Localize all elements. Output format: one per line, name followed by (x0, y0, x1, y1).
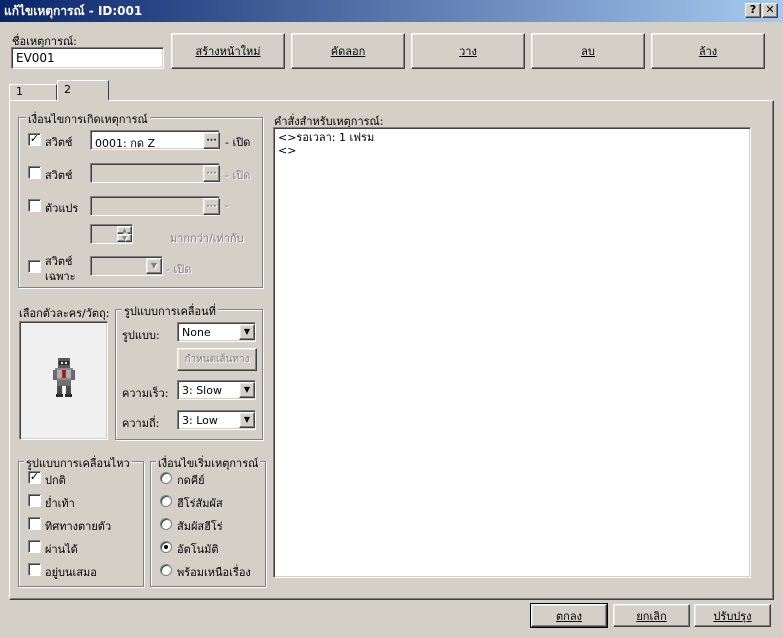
speed-label: ความเร็ว: (122, 387, 169, 400)
switch1-label: สวิตช์ (45, 136, 73, 149)
move-route-label: กำหนดเส้นทาง (184, 354, 250, 365)
tab-page-1[interactable]: 1 (9, 84, 57, 100)
trigger-autorun-label: อัตโนมัติ (177, 543, 219, 556)
tab-page-2[interactable]: 2 (57, 80, 109, 101)
help-button[interactable]: ? (745, 3, 761, 18)
option-walk-anim-label: ปกติ (45, 474, 66, 487)
spinner-up-icon[interactable]: ▲ (117, 226, 132, 234)
variable-field[interactable] (90, 196, 220, 216)
trigger-parallel-label: พร้อมเหนือเรื่อง (177, 566, 251, 579)
movement-legend: รูปแบบการเคลื่อนที่ (122, 302, 218, 320)
new-page-button[interactable]: สร้างหน้าใหม่ (171, 33, 285, 69)
frequency-dropdown-icon[interactable]: ▼ (239, 412, 255, 428)
apply-button[interactable]: ปรับปรุง (694, 604, 771, 627)
clear-page-label: ล้าง (698, 45, 718, 58)
frequency-value: 3: Low (182, 414, 218, 427)
paste-page-button[interactable]: วาง (411, 33, 525, 69)
trigger-autorun-radio[interactable] (160, 541, 172, 553)
clear-page-button[interactable]: ล้าง (651, 33, 765, 69)
option-through-label: ผ่านได้ (45, 543, 78, 556)
variable-suffix: - (225, 199, 229, 212)
graphic-label: เลือกตัวละคร/วัตถุ: (19, 307, 110, 320)
option-through-checkbox[interactable] (28, 540, 41, 553)
movement-type-dropdown-icon[interactable]: ▼ (239, 324, 255, 340)
cancel-label: ยกเลิก (636, 609, 667, 623)
spinner-down-icon[interactable]: ▼ (117, 234, 132, 242)
cancel-button[interactable]: ยกเลิก (613, 604, 690, 627)
switch1-field[interactable]: 0001: กด Z (90, 130, 220, 150)
switch1-suffix: - เปิด (225, 136, 251, 149)
tab-page-2-label: 2 (64, 83, 71, 96)
command-line[interactable]: <>รอเวลา: 1 เฟรม (278, 131, 746, 144)
copy-page-label: คัดลอก (330, 45, 366, 58)
event-name-input[interactable]: EV001 (11, 47, 164, 69)
switch2-field[interactable] (90, 163, 220, 183)
option-step-anim-checkbox[interactable] (28, 494, 41, 507)
command-line[interactable]: <> (278, 144, 746, 157)
self-switch-dropdown-icon[interactable]: ▼ (146, 258, 162, 274)
trigger-action-label: กดคีย์ (177, 474, 205, 487)
trigger-legend: เงื่อนไขเริ่มเหตุการณ์ (156, 454, 261, 472)
option-direction-fix-checkbox[interactable] (28, 517, 41, 530)
speed-dropdown-icon[interactable]: ▼ (239, 382, 255, 398)
switch2-checkbox[interactable] (28, 166, 41, 179)
switch1-browse-button[interactable]: ··· (203, 132, 220, 149)
tab-join (58, 99, 108, 102)
options-legend: รูปแบบการเคลื่อนไหว (24, 454, 132, 472)
movement-type-value: None (182, 326, 211, 339)
ok-label: ตกลง (556, 609, 582, 623)
option-direction-fix-label: ทิศทางตายตัว (45, 520, 112, 533)
trigger-action-radio[interactable] (160, 472, 172, 484)
frequency-label: ความถี่: (122, 417, 160, 430)
compare-label: มากกว่า/เท่ากับ (170, 232, 244, 245)
trigger-event-touch-label: สัมผัสฮีโร่ (177, 520, 223, 533)
variable-browse-button[interactable]: ··· (203, 198, 220, 215)
delete-page-button[interactable]: ลบ (531, 33, 645, 69)
title-bar: แก้ไขเหตุการณ์ - ID:001 (0, 0, 783, 22)
option-walk-anim-checkbox[interactable]: ✓ (28, 471, 41, 484)
switch2-label: สวิตช์ (45, 169, 73, 182)
trigger-parallel-radio[interactable] (160, 564, 172, 576)
apply-label: ปรับปรุง (713, 609, 752, 623)
switch1-value: 0001: กด Z (95, 137, 156, 150)
window-title: แก้ไขเหตุการณ์ - ID:001 (4, 4, 143, 18)
graphic-preview[interactable] (19, 321, 108, 440)
speed-value: 3: Slow (182, 384, 222, 397)
option-always-on-top-checkbox[interactable] (28, 563, 41, 576)
switch2-browse-button[interactable]: ··· (203, 165, 220, 182)
option-step-anim-label: ย่ำเท้า (45, 497, 75, 510)
switch2-suffix: - เปิด (225, 169, 251, 182)
move-route-button[interactable]: กำหนดเส้นทาง (177, 348, 257, 371)
self-switch-checkbox[interactable] (28, 260, 41, 273)
variable-label: ตัวแปร (45, 202, 79, 215)
character-sprite-icon (53, 358, 75, 397)
conditions-legend: เงื่อนไขการเกิดเหตุการณ์ (26, 110, 150, 128)
option-always-on-top-label: อยู่บนเสมอ (45, 566, 97, 579)
event-commands-list[interactable]: <>รอเวลา: 1 เฟรม <> (273, 127, 751, 578)
self-switch-label-2: เฉพาะ (45, 270, 76, 283)
trigger-player-touch-label: ฮีโร่สัมผัส (177, 497, 223, 510)
variable-checkbox[interactable] (28, 199, 41, 212)
new-page-label: สร้างหน้าใหม่ (195, 45, 261, 58)
movement-type-label: รูปแบบ: (122, 329, 160, 342)
trigger-player-touch-radio[interactable] (160, 495, 172, 507)
switch1-checkbox[interactable]: ✓ (28, 133, 41, 146)
self-switch-suffix: - เปิด (166, 263, 192, 276)
trigger-event-touch-radio[interactable] (160, 518, 172, 530)
ok-button[interactable]: ตกลง (530, 603, 608, 628)
delete-page-label: ลบ (581, 45, 595, 58)
close-button[interactable]: ✕ (762, 3, 778, 18)
paste-page-label: วาง (459, 45, 477, 58)
copy-page-button[interactable]: คัดลอก (291, 33, 405, 69)
tab-page-1-label: 1 (16, 85, 23, 98)
